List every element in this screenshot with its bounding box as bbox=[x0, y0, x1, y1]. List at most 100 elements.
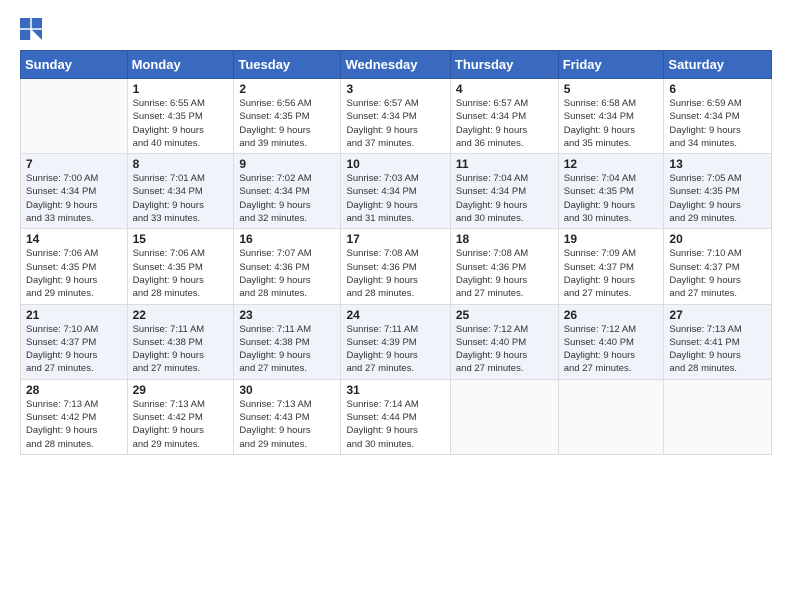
day-number: 11 bbox=[456, 157, 553, 171]
calendar-cell bbox=[450, 379, 558, 454]
calendar-cell: 20Sunrise: 7:10 AMSunset: 4:37 PMDayligh… bbox=[664, 229, 772, 304]
calendar-cell: 12Sunrise: 7:04 AMSunset: 4:35 PMDayligh… bbox=[558, 154, 664, 229]
day-number: 14 bbox=[26, 232, 122, 246]
calendar-cell: 26Sunrise: 7:12 AMSunset: 4:40 PMDayligh… bbox=[558, 304, 664, 379]
day-number: 21 bbox=[26, 308, 122, 322]
calendar-cell: 17Sunrise: 7:08 AMSunset: 4:36 PMDayligh… bbox=[341, 229, 450, 304]
weekday-header-sunday: Sunday bbox=[21, 51, 128, 79]
day-number: 7 bbox=[26, 157, 122, 171]
day-number: 16 bbox=[239, 232, 335, 246]
weekday-header-friday: Friday bbox=[558, 51, 664, 79]
day-info: Sunrise: 7:08 AMSunset: 4:36 PMDaylight:… bbox=[456, 247, 553, 300]
day-info: Sunrise: 6:56 AMSunset: 4:35 PMDaylight:… bbox=[239, 97, 335, 150]
day-info: Sunrise: 7:08 AMSunset: 4:36 PMDaylight:… bbox=[346, 247, 444, 300]
day-number: 3 bbox=[346, 82, 444, 96]
day-info: Sunrise: 6:57 AMSunset: 4:34 PMDaylight:… bbox=[346, 97, 444, 150]
day-number: 25 bbox=[456, 308, 553, 322]
day-number: 17 bbox=[346, 232, 444, 246]
day-number: 6 bbox=[669, 82, 766, 96]
day-info: Sunrise: 7:07 AMSunset: 4:36 PMDaylight:… bbox=[239, 247, 335, 300]
day-info: Sunrise: 7:12 AMSunset: 4:40 PMDaylight:… bbox=[564, 323, 659, 376]
day-info: Sunrise: 7:12 AMSunset: 4:40 PMDaylight:… bbox=[456, 323, 553, 376]
calendar-cell: 23Sunrise: 7:11 AMSunset: 4:38 PMDayligh… bbox=[234, 304, 341, 379]
day-number: 20 bbox=[669, 232, 766, 246]
calendar-cell: 21Sunrise: 7:10 AMSunset: 4:37 PMDayligh… bbox=[21, 304, 128, 379]
day-number: 15 bbox=[133, 232, 229, 246]
day-info: Sunrise: 6:55 AMSunset: 4:35 PMDaylight:… bbox=[133, 97, 229, 150]
header bbox=[20, 18, 772, 40]
calendar-cell: 22Sunrise: 7:11 AMSunset: 4:38 PMDayligh… bbox=[127, 304, 234, 379]
calendar-cell bbox=[664, 379, 772, 454]
day-info: Sunrise: 7:13 AMSunset: 4:43 PMDaylight:… bbox=[239, 398, 335, 451]
weekday-header-tuesday: Tuesday bbox=[234, 51, 341, 79]
calendar-cell: 10Sunrise: 7:03 AMSunset: 4:34 PMDayligh… bbox=[341, 154, 450, 229]
day-number: 5 bbox=[564, 82, 659, 96]
day-number: 29 bbox=[133, 383, 229, 397]
day-info: Sunrise: 7:13 AMSunset: 4:42 PMDaylight:… bbox=[133, 398, 229, 451]
day-info: Sunrise: 7:14 AMSunset: 4:44 PMDaylight:… bbox=[346, 398, 444, 451]
calendar-cell: 3Sunrise: 6:57 AMSunset: 4:34 PMDaylight… bbox=[341, 79, 450, 154]
day-info: Sunrise: 7:13 AMSunset: 4:41 PMDaylight:… bbox=[669, 323, 766, 376]
calendar-table: SundayMondayTuesdayWednesdayThursdayFrid… bbox=[20, 50, 772, 455]
calendar-cell: 28Sunrise: 7:13 AMSunset: 4:42 PMDayligh… bbox=[21, 379, 128, 454]
calendar-cell: 25Sunrise: 7:12 AMSunset: 4:40 PMDayligh… bbox=[450, 304, 558, 379]
day-info: Sunrise: 7:11 AMSunset: 4:39 PMDaylight:… bbox=[346, 323, 444, 376]
calendar-cell: 1Sunrise: 6:55 AMSunset: 4:35 PMDaylight… bbox=[127, 79, 234, 154]
day-info: Sunrise: 7:02 AMSunset: 4:34 PMDaylight:… bbox=[239, 172, 335, 225]
calendar-cell: 7Sunrise: 7:00 AMSunset: 4:34 PMDaylight… bbox=[21, 154, 128, 229]
day-info: Sunrise: 6:59 AMSunset: 4:34 PMDaylight:… bbox=[669, 97, 766, 150]
day-number: 8 bbox=[133, 157, 229, 171]
day-info: Sunrise: 7:10 AMSunset: 4:37 PMDaylight:… bbox=[26, 323, 122, 376]
calendar-cell bbox=[558, 379, 664, 454]
calendar-cell: 27Sunrise: 7:13 AMSunset: 4:41 PMDayligh… bbox=[664, 304, 772, 379]
logo bbox=[20, 18, 46, 40]
calendar-cell: 16Sunrise: 7:07 AMSunset: 4:36 PMDayligh… bbox=[234, 229, 341, 304]
day-number: 12 bbox=[564, 157, 659, 171]
day-info: Sunrise: 7:06 AMSunset: 4:35 PMDaylight:… bbox=[133, 247, 229, 300]
calendar-cell: 24Sunrise: 7:11 AMSunset: 4:39 PMDayligh… bbox=[341, 304, 450, 379]
calendar-cell: 8Sunrise: 7:01 AMSunset: 4:34 PMDaylight… bbox=[127, 154, 234, 229]
day-number: 28 bbox=[26, 383, 122, 397]
calendar-cell: 9Sunrise: 7:02 AMSunset: 4:34 PMDaylight… bbox=[234, 154, 341, 229]
day-info: Sunrise: 6:58 AMSunset: 4:34 PMDaylight:… bbox=[564, 97, 659, 150]
calendar-cell: 19Sunrise: 7:09 AMSunset: 4:37 PMDayligh… bbox=[558, 229, 664, 304]
day-number: 19 bbox=[564, 232, 659, 246]
day-number: 22 bbox=[133, 308, 229, 322]
day-number: 23 bbox=[239, 308, 335, 322]
day-info: Sunrise: 7:09 AMSunset: 4:37 PMDaylight:… bbox=[564, 247, 659, 300]
calendar-cell: 31Sunrise: 7:14 AMSunset: 4:44 PMDayligh… bbox=[341, 379, 450, 454]
page: SundayMondayTuesdayWednesdayThursdayFrid… bbox=[0, 0, 792, 612]
weekday-header-wednesday: Wednesday bbox=[341, 51, 450, 79]
day-info: Sunrise: 7:04 AMSunset: 4:35 PMDaylight:… bbox=[564, 172, 659, 225]
day-info: Sunrise: 7:04 AMSunset: 4:34 PMDaylight:… bbox=[456, 172, 553, 225]
weekday-header-thursday: Thursday bbox=[450, 51, 558, 79]
day-info: Sunrise: 7:00 AMSunset: 4:34 PMDaylight:… bbox=[26, 172, 122, 225]
calendar-cell: 29Sunrise: 7:13 AMSunset: 4:42 PMDayligh… bbox=[127, 379, 234, 454]
day-info: Sunrise: 7:05 AMSunset: 4:35 PMDaylight:… bbox=[669, 172, 766, 225]
day-number: 9 bbox=[239, 157, 335, 171]
day-info: Sunrise: 7:01 AMSunset: 4:34 PMDaylight:… bbox=[133, 172, 229, 225]
calendar-cell: 15Sunrise: 7:06 AMSunset: 4:35 PMDayligh… bbox=[127, 229, 234, 304]
day-number: 18 bbox=[456, 232, 553, 246]
day-number: 10 bbox=[346, 157, 444, 171]
calendar-cell: 6Sunrise: 6:59 AMSunset: 4:34 PMDaylight… bbox=[664, 79, 772, 154]
weekday-header-monday: Monday bbox=[127, 51, 234, 79]
day-number: 1 bbox=[133, 82, 229, 96]
day-number: 26 bbox=[564, 308, 659, 322]
calendar-cell bbox=[21, 79, 128, 154]
calendar-cell: 4Sunrise: 6:57 AMSunset: 4:34 PMDaylight… bbox=[450, 79, 558, 154]
calendar-cell: 13Sunrise: 7:05 AMSunset: 4:35 PMDayligh… bbox=[664, 154, 772, 229]
calendar-cell: 2Sunrise: 6:56 AMSunset: 4:35 PMDaylight… bbox=[234, 79, 341, 154]
day-number: 24 bbox=[346, 308, 444, 322]
day-info: Sunrise: 7:13 AMSunset: 4:42 PMDaylight:… bbox=[26, 398, 122, 451]
day-info: Sunrise: 7:11 AMSunset: 4:38 PMDaylight:… bbox=[239, 323, 335, 376]
calendar-cell: 5Sunrise: 6:58 AMSunset: 4:34 PMDaylight… bbox=[558, 79, 664, 154]
day-number: 30 bbox=[239, 383, 335, 397]
calendar-cell: 14Sunrise: 7:06 AMSunset: 4:35 PMDayligh… bbox=[21, 229, 128, 304]
calendar-cell: 11Sunrise: 7:04 AMSunset: 4:34 PMDayligh… bbox=[450, 154, 558, 229]
day-info: Sunrise: 6:57 AMSunset: 4:34 PMDaylight:… bbox=[456, 97, 553, 150]
day-info: Sunrise: 7:03 AMSunset: 4:34 PMDaylight:… bbox=[346, 172, 444, 225]
day-number: 31 bbox=[346, 383, 444, 397]
weekday-header-saturday: Saturday bbox=[664, 51, 772, 79]
calendar-cell: 18Sunrise: 7:08 AMSunset: 4:36 PMDayligh… bbox=[450, 229, 558, 304]
